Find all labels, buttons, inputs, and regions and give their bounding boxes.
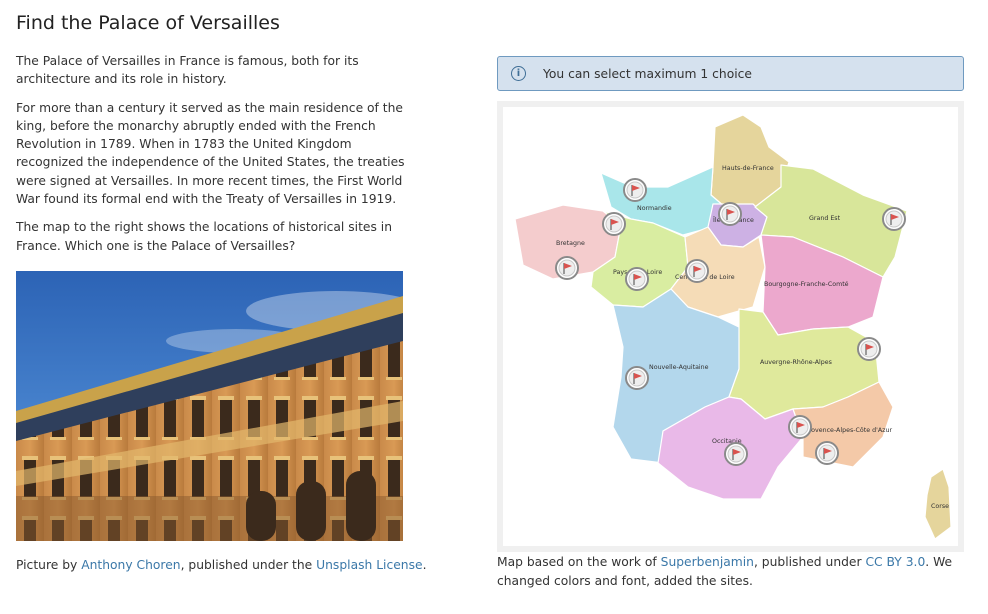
question-paragraph: The map to the right shows the locations…	[16, 220, 392, 253]
photo-caption: Picture by Anthony Choren, published und…	[16, 558, 427, 572]
site-marker[interactable]	[815, 441, 839, 465]
label-hauts-de-france: Hauts-de-France	[722, 165, 774, 172]
label-corse: Corse	[931, 503, 949, 510]
site-marker[interactable]	[718, 202, 742, 226]
site-marker[interactable]	[602, 212, 626, 236]
site-marker[interactable]	[623, 178, 647, 202]
info-icon: i	[511, 66, 526, 81]
site-marker[interactable]	[882, 207, 906, 231]
notice-text: You can select maximum 1 choice	[543, 66, 752, 81]
site-marker[interactable]	[625, 366, 649, 390]
label-bourgogne-franche-comte: Bourgogne-Franche-Comté	[764, 280, 849, 288]
intro-paragraph: The Palace of Versailles in France is fa…	[16, 54, 359, 87]
selection-notice: i You can select maximum 1 choice	[497, 56, 964, 91]
site-marker[interactable]	[625, 267, 649, 291]
site-marker[interactable]	[555, 256, 579, 280]
unsplash-license-link[interactable]: Unsplash License	[316, 558, 422, 572]
site-marker[interactable]	[857, 337, 881, 361]
site-marker[interactable]	[685, 259, 709, 283]
history-paragraph: For more than a century it served as the…	[16, 100, 405, 207]
map-author-link[interactable]: Superbenjamin	[661, 555, 754, 569]
france-map: Hauts-de-France Normandie Île-de-France …	[503, 107, 958, 546]
map-frame: Hauts-de-France Normandie Île-de-France …	[497, 101, 964, 552]
photo-author-link[interactable]: Anthony Choren	[81, 558, 180, 572]
label-nouvelle-aquitaine: Nouvelle-Aquitaine	[649, 364, 709, 371]
label-bretagne: Bretagne	[556, 240, 585, 247]
versailles-photo	[16, 271, 403, 541]
site-marker[interactable]	[788, 415, 812, 439]
page-title: Find the Palace of Versailles	[16, 12, 280, 34]
label-grand-est: Grand Est	[809, 215, 841, 222]
label-paca: Provence-Alpes-Côte d'Azur	[805, 426, 892, 434]
label-auvergne-rhone-alpes: Auvergne-Rhône-Alpes	[760, 358, 832, 366]
intro-text: The Palace of Versailles in France is fa…	[16, 52, 408, 265]
map-caption: Map based on the work of Superbenjamin, …	[497, 555, 953, 588]
label-normandie: Normandie	[637, 205, 672, 212]
site-marker[interactable]	[724, 442, 748, 466]
cc-license-link[interactable]: CC BY 3.0	[865, 555, 925, 569]
